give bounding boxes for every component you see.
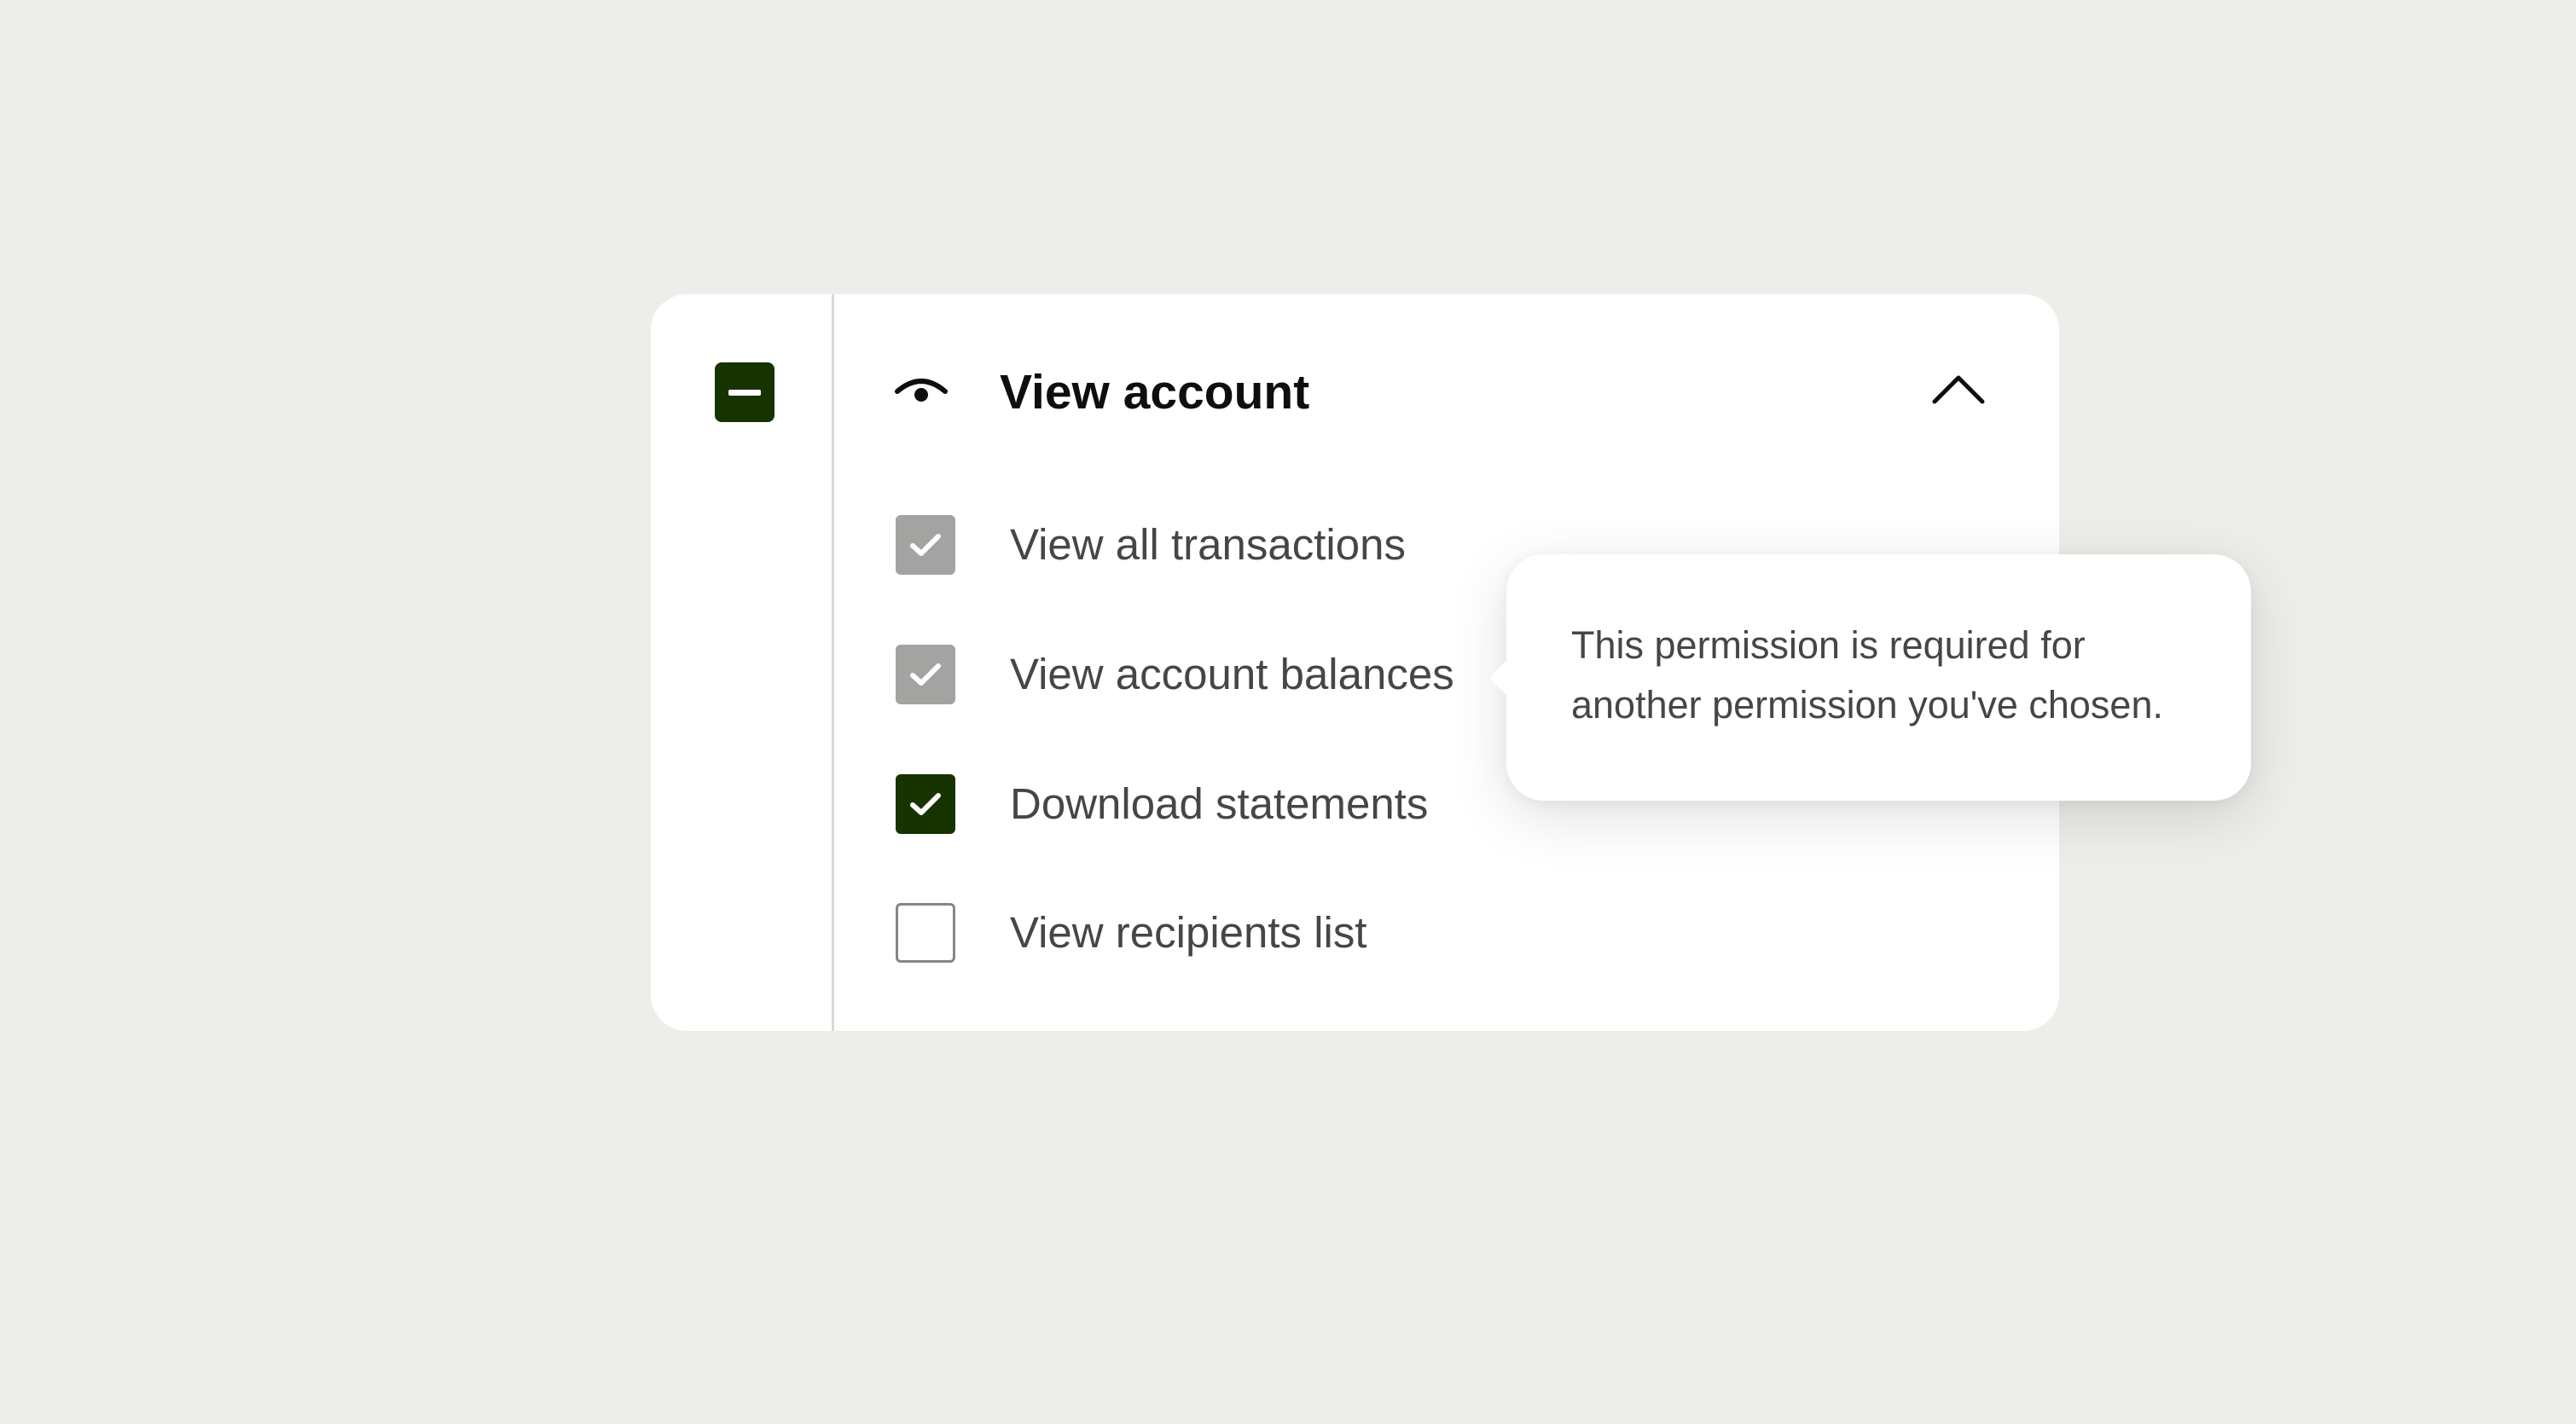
- checkmark-icon: [910, 793, 941, 815]
- eye-icon: [895, 379, 948, 402]
- permission-label: View recipients list: [1010, 908, 1367, 957]
- permission-row-view-recipients-list[interactable]: View recipients list: [896, 903, 1367, 963]
- permission-row-download-statements[interactable]: Download statements: [896, 774, 1428, 834]
- permission-checkbox[interactable]: [896, 903, 955, 963]
- permission-label: View account balances: [1010, 650, 1454, 698]
- chevron-up-icon: [1932, 375, 1985, 404]
- permission-label: View all transactions: [1010, 520, 1406, 569]
- collapse-toggle-button[interactable]: [1924, 359, 1993, 419]
- tooltip-text: This permission is required for another …: [1571, 623, 2163, 726]
- minus-icon: [728, 389, 761, 396]
- permission-checkbox[interactable]: [896, 774, 955, 834]
- permission-checkbox[interactable]: [896, 515, 955, 575]
- permission-row-view-account-balances[interactable]: View account balances: [896, 645, 1454, 704]
- checkmark-icon: [910, 534, 941, 556]
- vertical-divider: [832, 294, 834, 1031]
- checkmark-icon: [910, 663, 941, 686]
- permission-label: Download statements: [1010, 779, 1429, 828]
- permission-checkbox[interactable]: [896, 645, 955, 704]
- permission-row-view-all-transactions[interactable]: View all transactions: [896, 515, 1406, 575]
- required-permission-tooltip: This permission is required for another …: [1488, 554, 2251, 801]
- view-account-group-checkbox[interactable]: [715, 362, 775, 422]
- group-title: View account: [1000, 365, 1310, 420]
